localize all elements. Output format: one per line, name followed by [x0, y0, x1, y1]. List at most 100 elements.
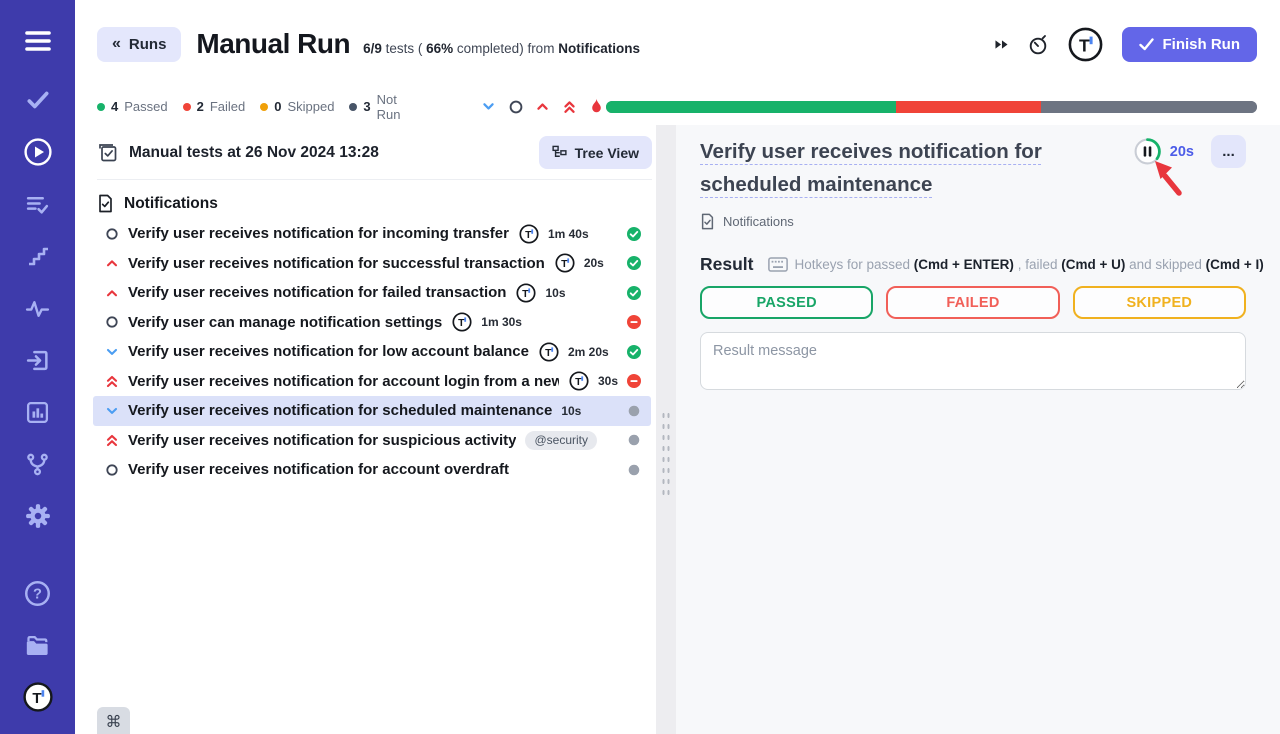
priority-critical-flame-icon[interactable] [588, 98, 606, 116]
failed-button[interactable]: FAILED [886, 286, 1059, 319]
pause-timer-button[interactable] [1133, 137, 1162, 166]
svg-text:T: T [458, 317, 465, 329]
double-chevron-left-icon: « [112, 35, 121, 53]
help-icon[interactable]: ? [23, 578, 53, 608]
svg-text:T: T [545, 347, 552, 359]
status-count-failed[interactable]: 2Failed [183, 99, 246, 114]
source-suite: Notifications [558, 41, 640, 56]
status-notrun-icon [618, 432, 642, 448]
status-dot-icon [260, 103, 268, 111]
test-duration: 10s [561, 404, 581, 418]
status-counts: 4Passed 2Failed 0Skipped 3Not Run [97, 92, 424, 122]
test-duration: 1m 30s [481, 315, 522, 329]
test-row[interactable]: Verify user receives notification for fa… [93, 278, 651, 308]
percent-completed: 66% [426, 41, 453, 56]
outcome-buttons: PASSED FAILED SKIPPED [700, 286, 1246, 319]
test-duration: 20s [584, 256, 604, 270]
priority-low-icon [104, 404, 119, 418]
fast-forward-icon[interactable] [994, 38, 1009, 51]
testomat-mini-logo-icon: T [569, 371, 589, 391]
tree-view-button[interactable]: Tree View [539, 136, 652, 169]
sidebar: ? T [0, 0, 75, 734]
settings-gear-icon[interactable] [23, 501, 53, 531]
svg-text:T: T [525, 229, 532, 241]
run-status-row: 4Passed 2Failed 0Skipped 3Not Run [75, 88, 1280, 125]
testomat-header-logo[interactable]: T [1068, 27, 1103, 62]
priority-normal-icon[interactable] [507, 98, 525, 116]
priority-filters [480, 98, 606, 116]
command-shortcut-button[interactable]: ⌘ [97, 707, 130, 734]
document-check-icon [97, 194, 114, 213]
tree-view-label: Tree View [575, 145, 639, 161]
priority-low-icon[interactable] [480, 98, 498, 116]
priority-important-icon [104, 433, 119, 448]
test-row[interactable]: Verify user receives notification for su… [93, 426, 651, 456]
progress-passed-segment [606, 101, 896, 113]
test-plans-icon[interactable] [23, 189, 53, 219]
status-count-not-run[interactable]: 3Not Run [349, 92, 423, 122]
tests-fraction: 6/9 [363, 41, 382, 56]
priority-important-icon[interactable] [561, 98, 579, 116]
status-dot-icon [183, 103, 191, 111]
test-detail-title[interactable]: Verify user receives notification for sc… [700, 135, 1136, 201]
analytics-icon[interactable] [23, 397, 53, 427]
tests-check-icon[interactable] [23, 85, 53, 115]
suite-group-row[interactable]: Notifications [97, 194, 634, 213]
back-to-runs-button[interactable]: « Runs [97, 27, 181, 62]
test-title: Verify user receives notification for su… [128, 432, 516, 449]
test-row[interactable]: Verify user receives notification for ac… [93, 455, 651, 485]
elapsed-time: 20s [1170, 144, 1194, 160]
run-progress-bar [606, 101, 1257, 113]
svg-text:T: T [32, 690, 41, 707]
test-title: Verify user receives notification for sc… [128, 402, 552, 419]
status-notrun-icon [618, 462, 642, 478]
runs-play-icon[interactable] [23, 137, 53, 167]
status-notrun-icon [618, 403, 642, 419]
subtitle-text-2: completed) from [453, 41, 558, 56]
svg-text:T: T [561, 258, 568, 270]
status-count-skipped[interactable]: 0Skipped [260, 99, 334, 114]
passed-button[interactable]: PASSED [700, 286, 873, 319]
testomat-mini-logo-icon: T [516, 283, 536, 303]
projects-folder-icon[interactable] [23, 630, 53, 660]
testomat-logo[interactable]: T [23, 682, 53, 712]
page-subtitle: 6/9 tests ( 66% completed) from Notifica… [363, 32, 640, 56]
more-options-button[interactable]: ... [1211, 135, 1246, 168]
finish-run-button[interactable]: Finish Run [1122, 27, 1258, 62]
status-count-passed[interactable]: 4Passed [97, 99, 168, 114]
subtitle-text: tests ( [382, 41, 426, 56]
priority-high-icon[interactable] [534, 98, 552, 116]
menu-icon[interactable] [23, 26, 53, 56]
test-row[interactable]: Verify user receives notification for lo… [93, 337, 651, 367]
test-row[interactable]: Verify user receives notification for ac… [93, 367, 651, 397]
test-row[interactable]: Verify user receives notification for su… [93, 249, 651, 279]
test-title: Verify user receives notification for in… [128, 225, 509, 242]
test-row[interactable]: Verify user receives notification for in… [93, 219, 651, 249]
branches-icon[interactable] [23, 449, 53, 479]
steps-icon[interactable] [23, 241, 53, 271]
test-duration: 10s [545, 286, 565, 300]
stopwatch-icon[interactable] [1028, 33, 1049, 56]
status-dot-icon [349, 103, 357, 111]
status-passed-icon [618, 255, 642, 271]
test-row[interactable]: Verify user receives notification for sc… [93, 396, 651, 426]
panel-resizer[interactable] [656, 125, 676, 734]
skipped-button[interactable]: SKIPPED [1073, 286, 1246, 319]
priority-normal-icon [104, 315, 119, 329]
test-row[interactable]: Verify user can manage notification sett… [93, 308, 651, 338]
import-icon[interactable] [23, 345, 53, 375]
pulse-icon[interactable] [23, 293, 53, 323]
suite-group-title: Notifications [124, 195, 218, 213]
test-duration: 1m 40s [548, 227, 589, 241]
breadcrumb-suite: Notifications [723, 214, 794, 229]
breadcrumb[interactable]: Notifications [700, 213, 1246, 230]
status-passed-icon [618, 344, 642, 360]
priority-normal-icon [104, 227, 119, 241]
timer-cluster: 20s ... [1133, 135, 1246, 168]
test-duration: 2m 20s [568, 345, 609, 359]
result-message-input[interactable] [700, 332, 1246, 390]
svg-text:T: T [575, 376, 582, 388]
progress-notrun-segment [1041, 101, 1257, 113]
tree-icon [552, 145, 567, 160]
test-title: Verify user can manage notification sett… [128, 314, 442, 331]
